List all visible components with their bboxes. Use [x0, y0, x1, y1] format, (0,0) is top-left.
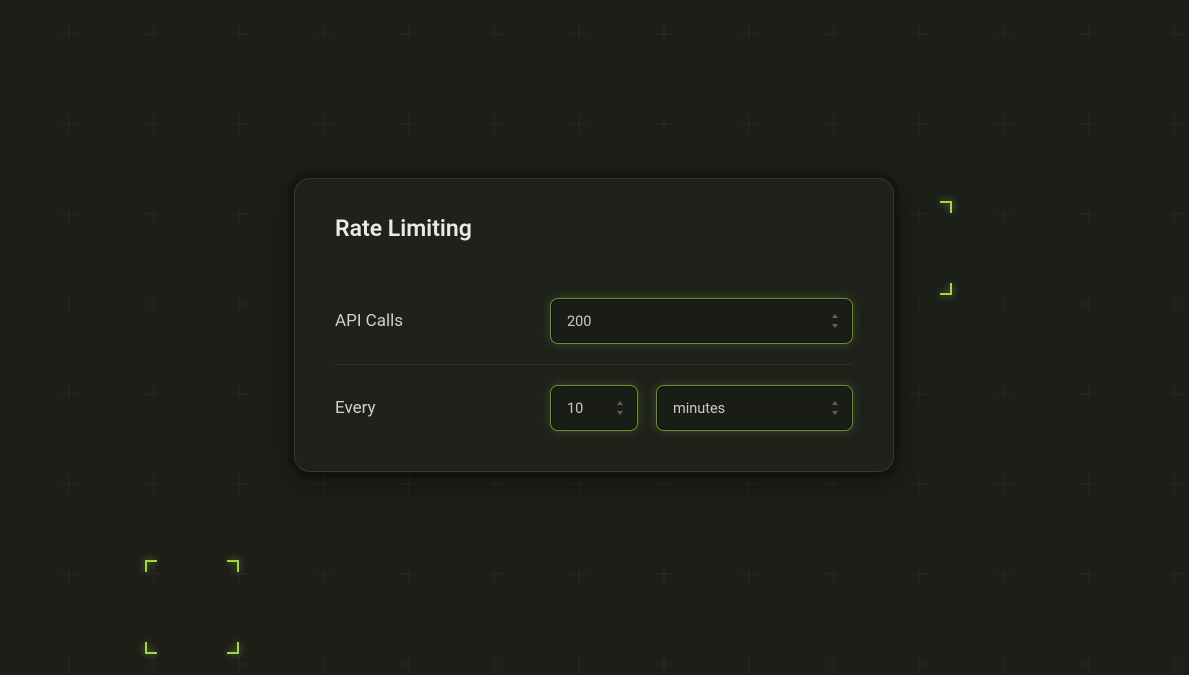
- card-title: Rate Limiting: [335, 215, 853, 242]
- corner-bracket-icon: [227, 642, 239, 654]
- corner-bracket-icon: [145, 642, 157, 654]
- every-row: Every 10 minutes: [335, 365, 853, 451]
- api-calls-label: API Calls: [335, 311, 550, 331]
- stepper-icon: [830, 313, 840, 329]
- corner-bracket-icon: [940, 201, 952, 213]
- corner-bracket-icon: [145, 560, 157, 572]
- rate-limiting-card: Rate Limiting API Calls 200 Every 10 min…: [294, 178, 894, 472]
- api-calls-row: API Calls 200: [335, 278, 853, 365]
- stepper-icon: [615, 400, 625, 416]
- every-unit-value: minutes: [673, 400, 818, 417]
- corner-bracket-icon: [940, 283, 952, 295]
- every-quantity-stepper[interactable]: 10: [550, 385, 638, 431]
- every-unit-select[interactable]: minutes: [656, 385, 853, 431]
- every-label: Every: [335, 398, 550, 418]
- corner-bracket-icon: [227, 560, 239, 572]
- stepper-icon: [830, 400, 840, 416]
- every-quantity-value: 10: [567, 400, 603, 417]
- api-calls-value: 200: [567, 313, 818, 330]
- api-calls-stepper[interactable]: 200: [550, 298, 853, 344]
